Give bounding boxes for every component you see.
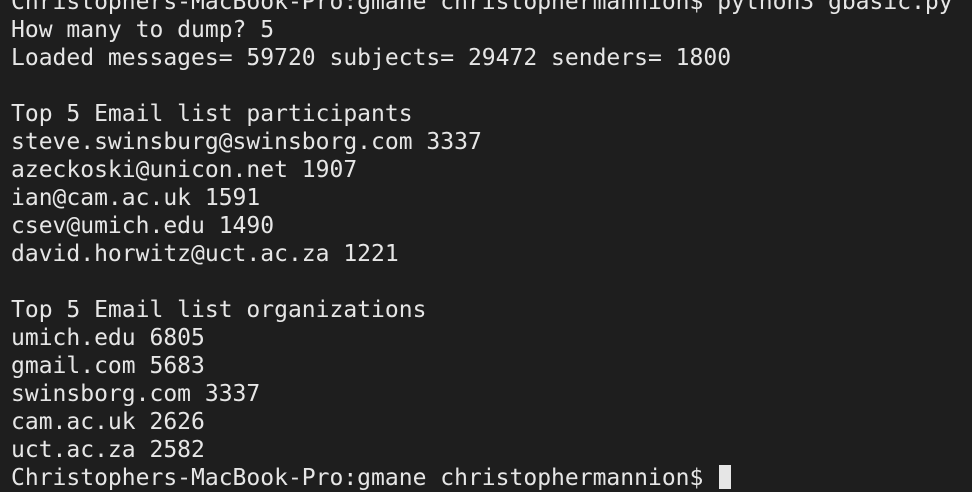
final-prompt-text: Christophers-MacBook-Pro:gmane christoph… (11, 465, 718, 491)
command-line: Christophers-MacBook-Pro:gmane christoph… (11, 0, 953, 15)
participant-line: steve.swinsburg@swinsborg.com 3337 (11, 129, 482, 155)
participant-line: azeckoski@unicon.net 1907 (11, 157, 358, 183)
organization-line: umich.edu 6805 (11, 325, 205, 351)
organizations-header: Top 5 Email list organizations (11, 297, 427, 323)
organization-line: swinsborg.com 3337 (11, 381, 261, 407)
text-cursor (719, 465, 732, 489)
participant-line: david.horwitz@uct.ac.za 1221 (11, 241, 399, 267)
loaded-summary-line: Loaded messages= 59720 subjects= 29472 s… (11, 45, 732, 71)
organization-line: gmail.com 5683 (11, 353, 205, 379)
final-prompt-line[interactable]: Christophers-MacBook-Pro:gmane christoph… (11, 464, 972, 492)
terminal-window[interactable]: Christophers-MacBook-Pro:gmane christoph… (0, 0, 972, 491)
participant-line: csev@umich.edu 1490 (11, 213, 275, 239)
dump-prompt-line: How many to dump? 5 (11, 17, 275, 43)
organization-line: uct.ac.za 2582 (11, 437, 205, 463)
participants-header: Top 5 Email list participants (11, 101, 413, 127)
participant-line: ian@cam.ac.uk 1591 (11, 185, 261, 211)
organization-line: cam.ac.uk 2626 (11, 409, 205, 435)
